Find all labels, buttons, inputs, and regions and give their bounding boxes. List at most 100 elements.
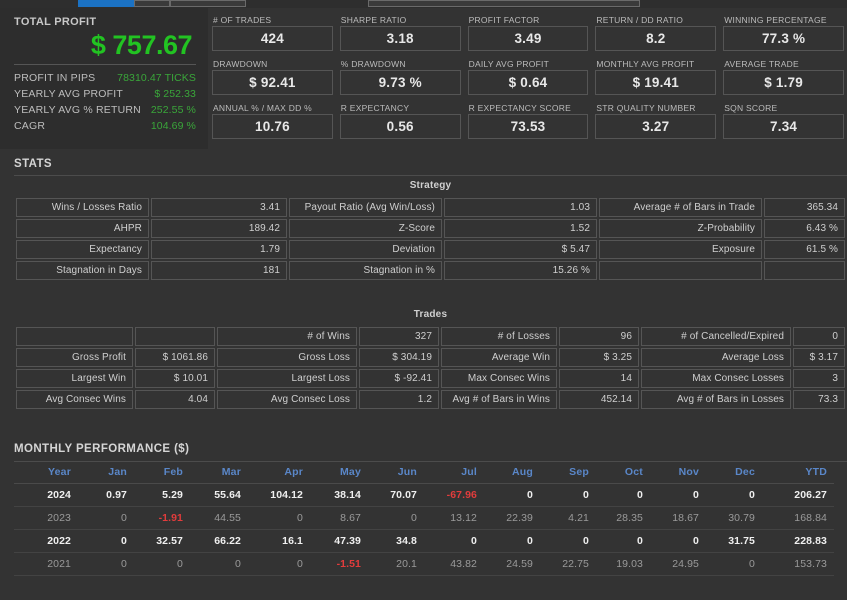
monthly-value-cell: 38.14 [310, 483, 368, 507]
monthly-value-cell: 22.39 [484, 506, 540, 530]
stat-label-cell [16, 327, 133, 346]
summary-row-label: YEARLY AVG PROFIT [14, 88, 124, 100]
kpi-grid: # OF TRADES 424 SHARPE RATIO 3.18 PROFIT FAC… [212, 14, 844, 146]
monthly-column-header: Oct [596, 462, 650, 484]
tab-third[interactable] [170, 0, 246, 7]
tab-second[interactable] [134, 0, 170, 7]
kpi-label: AVERAGE TRADE [724, 59, 799, 69]
monthly-value-cell: 153.73 [762, 552, 834, 576]
monthly-column-header: Sep [540, 462, 596, 484]
monthly-value-cell: 0 [78, 506, 134, 530]
kpi-label: # OF TRADES [213, 15, 272, 25]
stats-heading: STATS [14, 158, 52, 170]
kpi-card: R EXPECTANCY SCORE 73.53 [467, 102, 589, 139]
stat-label-cell: Avg # of Bars in Losses [641, 390, 791, 409]
monthly-column-header: Feb [134, 462, 190, 484]
monthly-column-header: Year [14, 462, 78, 484]
stat-value-cell: 1.79 [151, 240, 287, 259]
monthly-value-cell: 8.67 [310, 506, 368, 530]
kpi-row: ANNUAL % / MAX DD % 10.76 R EXPECTANCY 0.56… [212, 102, 844, 139]
kpi-label: SHARPE RATIO [340, 15, 407, 25]
kpi-card: SQN SCORE 7.34 [723, 102, 844, 139]
kpi-card: ANNUAL % / MAX DD % 10.76 [212, 102, 333, 139]
monthly-value-cell: 16.1 [248, 529, 310, 553]
kpi-value: 3.49 [467, 26, 589, 51]
kpi-card: PROFIT FACTOR 3.49 [467, 14, 589, 51]
monthly-value-cell: 168.84 [762, 506, 834, 530]
kpi-card: STR QUALITY NUMBER 3.27 [595, 102, 717, 139]
stat-value-cell: 181 [151, 261, 287, 280]
stat-label-cell: Gross Loss [217, 348, 357, 367]
monthly-value-cell: 0 [484, 529, 540, 553]
summary-row-value: $ 252.33 [154, 88, 196, 100]
stat-value-cell: 452.14 [559, 390, 639, 409]
summary-row-label: PROFIT IN PIPS [14, 72, 96, 84]
kpi-value: 7.34 [723, 114, 844, 139]
monthly-value-cell: 20.1 [368, 552, 424, 576]
monthly-header-row: Year Jan Feb Mar Apr May Jun Jul Aug Sep Oct Nov Dec… [14, 462, 834, 484]
monthly-value-cell: 31.75 [706, 529, 762, 553]
tab-active[interactable] [78, 0, 134, 7]
stat-label-cell: Average # of Bars in Trade [599, 198, 762, 217]
summary-row: PROFIT IN PIPS 78310.47 TICKS [14, 70, 196, 86]
stat-value-cell: 96 [559, 327, 639, 346]
monthly-value-cell: 0 [484, 483, 540, 507]
monthly-year-cell: 2023 [14, 506, 78, 530]
stat-value-cell: 327 [359, 327, 439, 346]
stat-value-cell [764, 261, 845, 280]
stat-value-cell: 6.43 % [764, 219, 845, 238]
monthly-year-cell: 2021 [14, 552, 78, 576]
stat-label-cell: Exposure [599, 240, 762, 259]
monthly-value-cell: 70.07 [368, 483, 424, 507]
stat-label-cell: Expectancy [16, 240, 149, 259]
kpi-card: AVERAGE TRADE $ 1.79 [723, 58, 844, 95]
total-profit-panel: TOTAL PROFIT $ 757.67 PROFIT IN PIPS 7831… [0, 8, 208, 149]
kpi-card: % DRAWDOWN 9.73 % [339, 58, 461, 95]
monthly-value-cell: 13.12 [424, 506, 484, 530]
monthly-value-cell: 0 [78, 552, 134, 576]
table-row: Avg Consec Wins 4.04 Avg Consec Loss 1.2 Avg… [16, 390, 845, 409]
stat-label-cell: Avg # of Bars in Wins [441, 390, 557, 409]
stat-value-cell: $ 304.19 [359, 348, 439, 367]
table-row: Stagnation in Days 181 Stagnation in % 15.2… [16, 261, 845, 280]
monthly-value-cell: 18.67 [650, 506, 706, 530]
trades-table-caption: Trades [413, 309, 448, 320]
stat-value-cell: 73.3 [793, 390, 845, 409]
monthly-value-cell: 0 [368, 506, 424, 530]
kpi-value: 77.3 % [723, 26, 844, 51]
kpi-row: # OF TRADES 424 SHARPE RATIO 3.18 PROFIT FAC… [212, 14, 844, 51]
stat-value-cell: 61.5 % [764, 240, 845, 259]
stat-label-cell: # of Wins [217, 327, 357, 346]
stat-value-cell: 0 [793, 327, 845, 346]
monthly-value-cell: 28.35 [596, 506, 650, 530]
table-row: # of Wins 327 # of Losses 96 # of Cancelled/… [16, 327, 845, 346]
kpi-label: R EXPECTANCY SCORE [468, 103, 572, 113]
monthly-value-cell: -1.51 [310, 552, 368, 576]
summary-divider [14, 64, 196, 65]
trades-table: # of Wins 327 # of Losses 96 # of Cancelled/… [14, 325, 847, 411]
monthly-value-cell: 22.75 [540, 552, 596, 576]
kpi-card: R EXPECTANCY 0.56 [339, 102, 461, 139]
stat-label-cell: Stagnation in % [289, 261, 442, 280]
stat-label-cell: Max Consec Wins [441, 369, 557, 388]
stat-value-cell: 189.42 [151, 219, 287, 238]
total-profit-label: TOTAL PROFIT [14, 16, 97, 28]
monthly-value-cell: -1.91 [134, 506, 190, 530]
monthly-value-cell: 0 [78, 529, 134, 553]
table-row: Largest Win $ 10.01 Largest Loss $ -92.41 Ma… [16, 369, 845, 388]
monthly-value-cell: 0 [706, 483, 762, 507]
summary-row-value: 252.55 % [150, 104, 196, 116]
summary-row-label: YEARLY AVG % RETURN [14, 104, 141, 116]
stat-value-cell: 14 [559, 369, 639, 388]
stat-value-cell: 15.26 % [444, 261, 597, 280]
stat-value-cell: 1.03 [444, 198, 597, 217]
monthly-value-cell: 55.64 [190, 483, 248, 507]
stat-value-cell: 1.52 [444, 219, 597, 238]
kpi-card: MONTHLY AVG PROFIT $ 19.41 [595, 58, 717, 95]
stat-label-cell: Largest Loss [217, 369, 357, 388]
summary-row-value: 104.69 % [150, 120, 196, 132]
monthly-column-header: Jun [368, 462, 424, 484]
stat-value-cell: $ -92.41 [359, 369, 439, 388]
field-wide[interactable] [368, 0, 640, 7]
kpi-label: R EXPECTANCY [340, 103, 410, 113]
